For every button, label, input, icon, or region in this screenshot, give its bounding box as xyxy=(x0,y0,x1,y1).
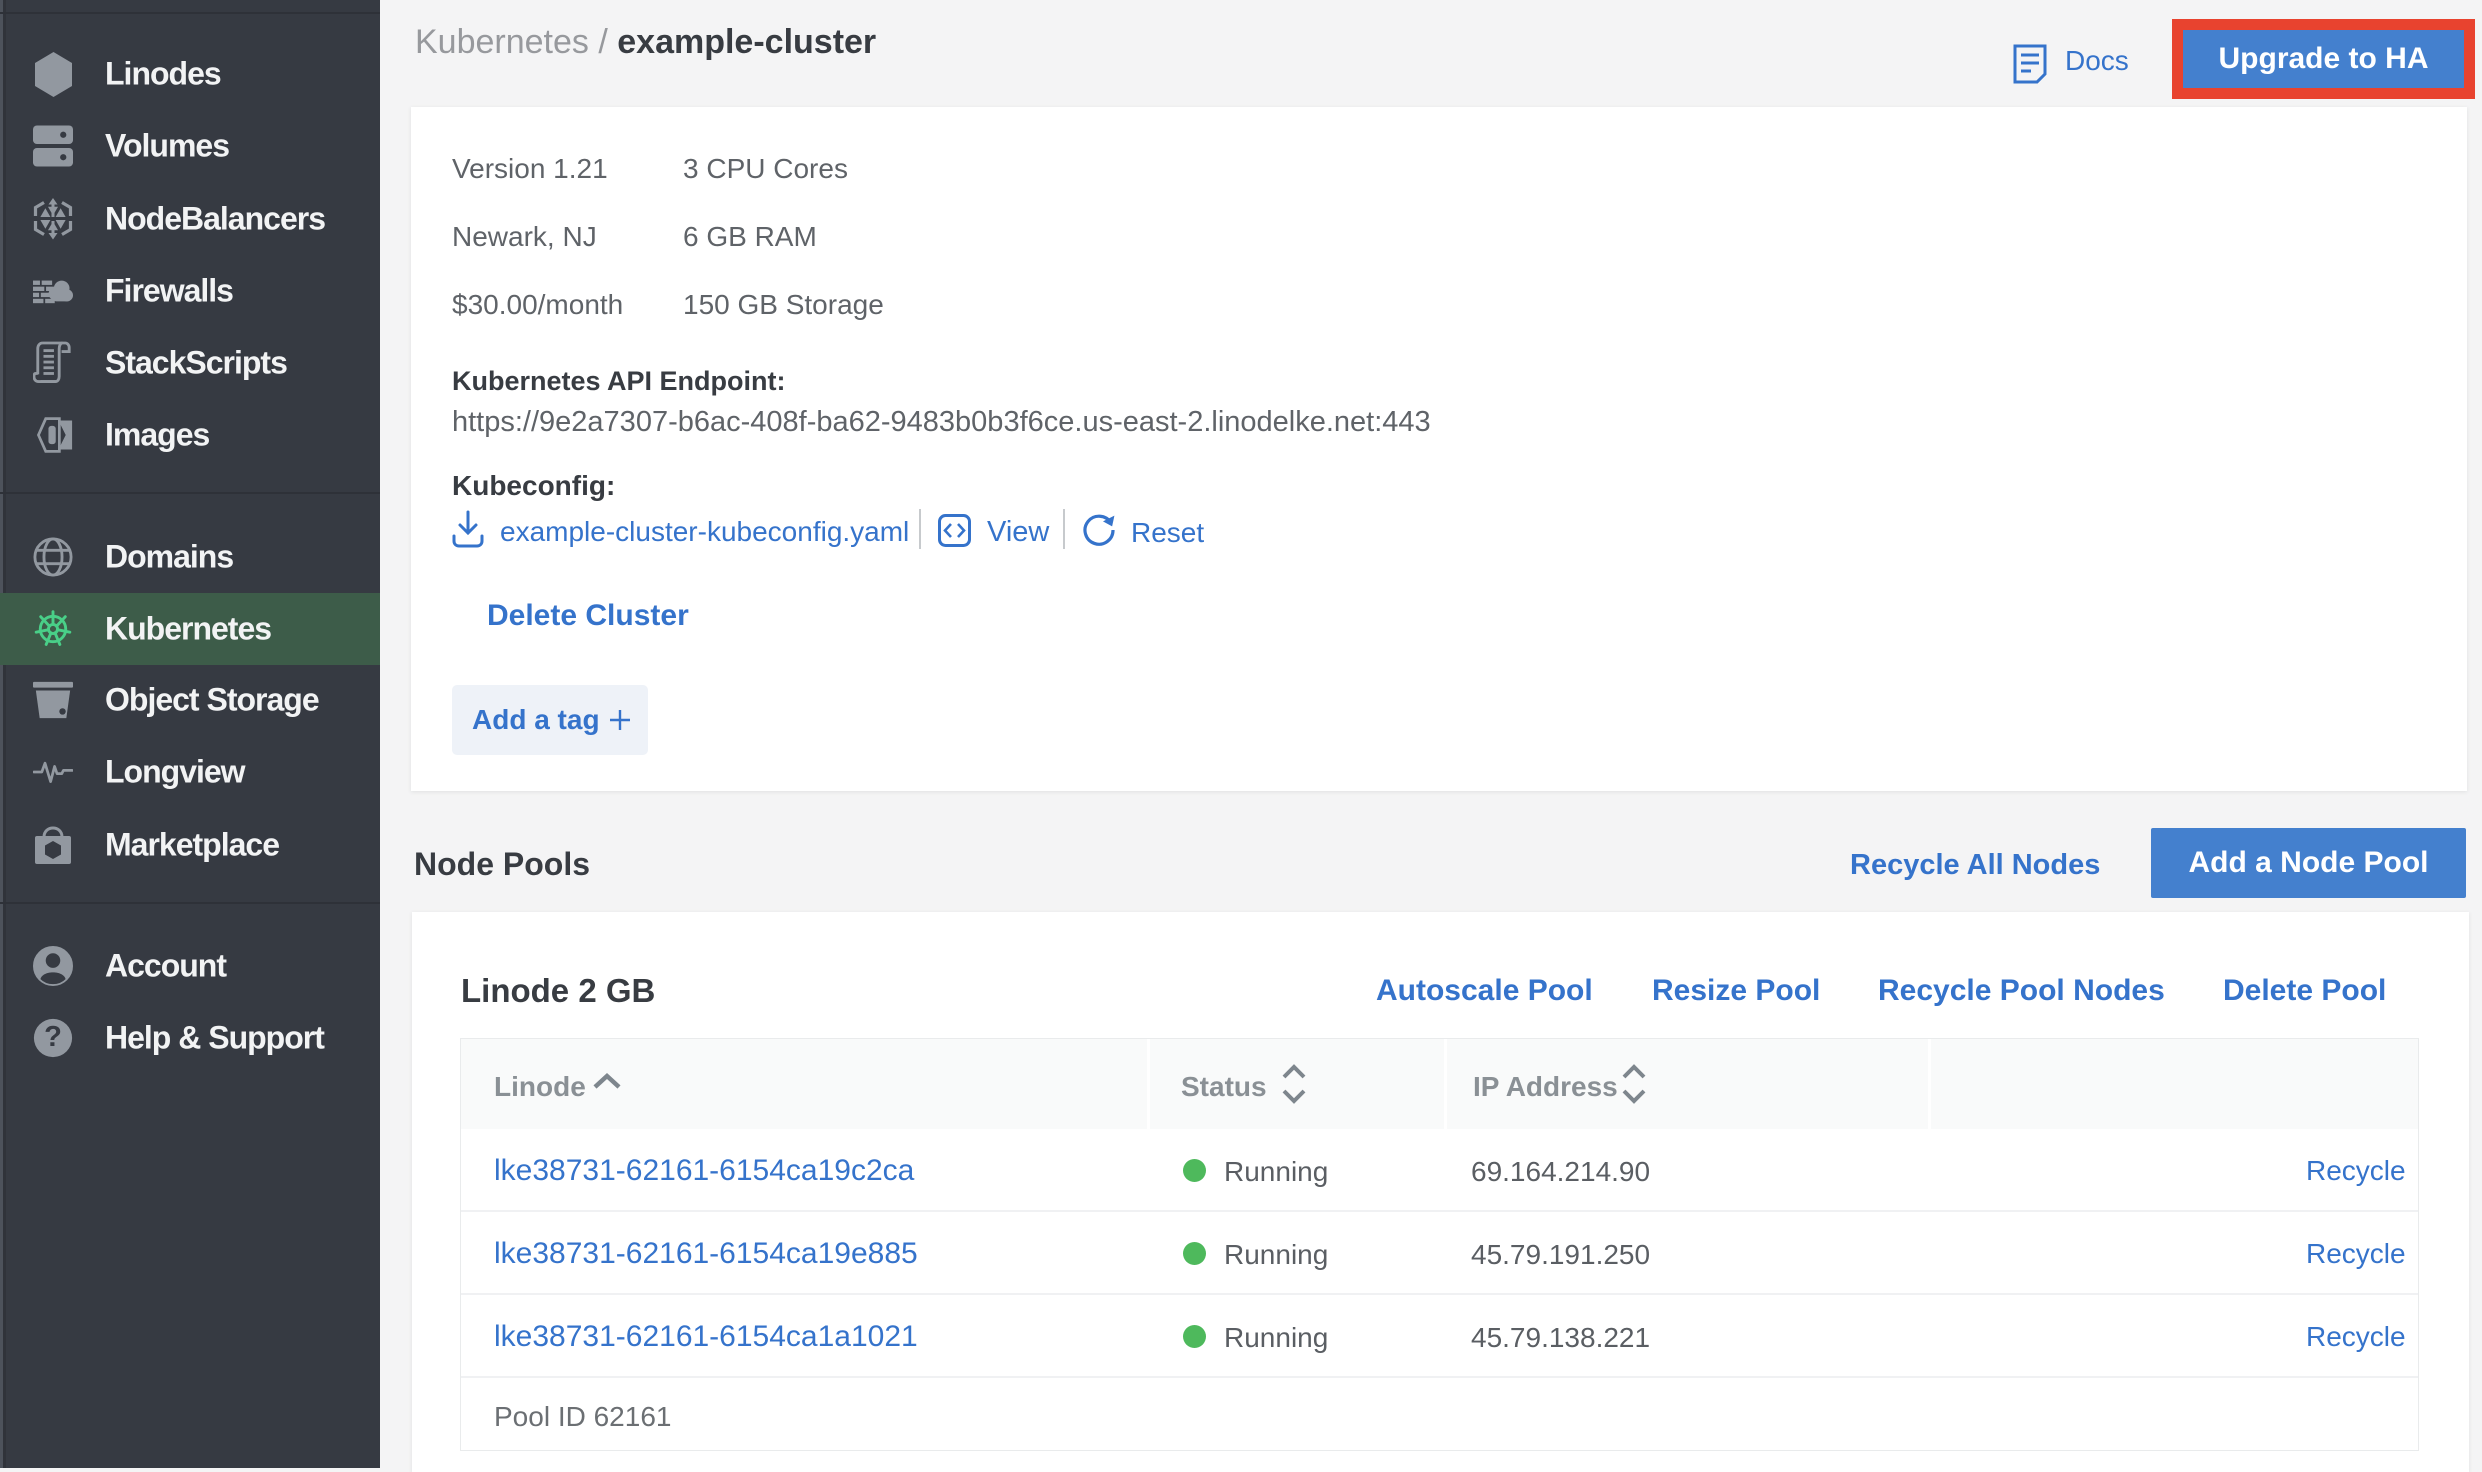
svg-text:?: ? xyxy=(44,1021,62,1053)
